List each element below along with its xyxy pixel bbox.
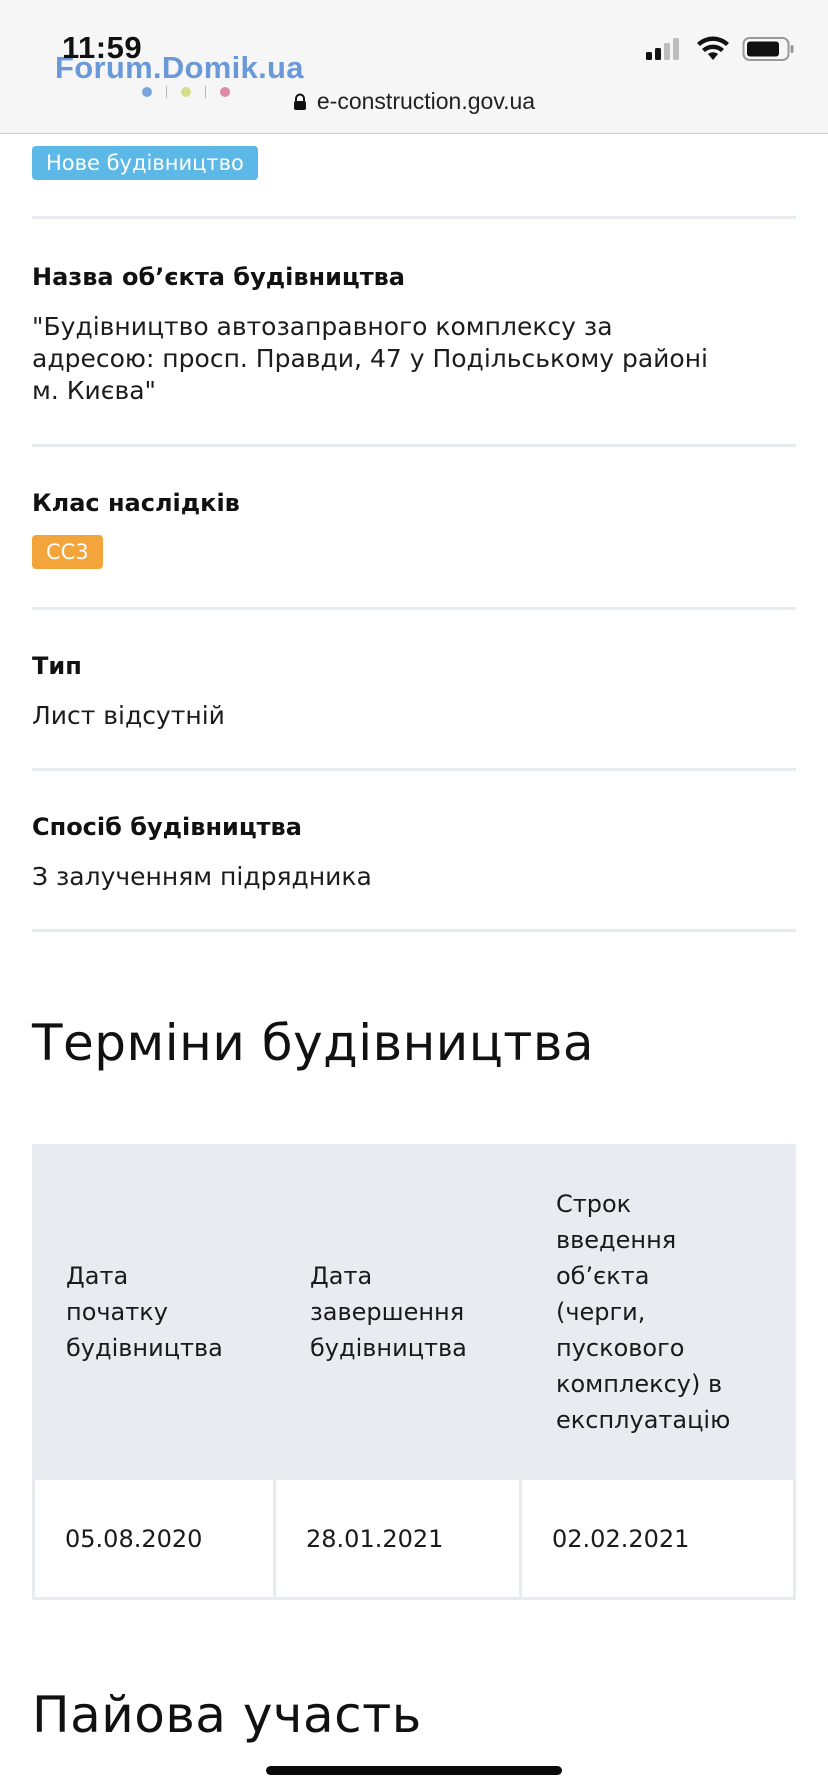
table-header-start-date: Дата початку будівництва — [32, 1144, 276, 1480]
field-label: Клас наслідків — [32, 489, 240, 517]
section-title-terms: Терміни будівництва — [32, 1014, 595, 1072]
header-line: пускового — [556, 1334, 685, 1362]
header-line: введення — [556, 1226, 677, 1254]
status-badge-new-construction: Нове будівництво — [32, 146, 258, 180]
field-value-line: м. Києва" — [32, 376, 157, 405]
field-value-line: адресою: просп. Правди, 47 у Подільськом… — [32, 344, 708, 373]
status-icons — [644, 36, 796, 62]
field-type: Тип Лист відсутній — [32, 610, 796, 732]
table-header-row: Дата початку будівництва Дата завершення… — [32, 1144, 796, 1480]
page-content: Нове будівництво Назва об’єкта будівницт… — [32, 134, 796, 1744]
status-time: 11:59 — [62, 30, 143, 65]
header-line: будівництва — [310, 1334, 467, 1362]
divider — [32, 929, 796, 932]
section-title-share-participation: Пайова участь — [32, 1686, 422, 1744]
field-label: Спосіб будівництва — [32, 813, 302, 841]
field-construction-method: Спосіб будівництва З залученням підрядни… — [32, 771, 796, 893]
field-label: Тип — [32, 652, 82, 680]
battery-icon — [742, 37, 794, 61]
header-line: об’єкта — [556, 1262, 650, 1290]
table-header-commissioning-date: Строк введення об’єкта (черги, пускового… — [522, 1144, 796, 1480]
header-line: початку — [66, 1298, 168, 1326]
header-line: комплексу) в — [556, 1370, 723, 1398]
header-line: експлуатацію — [556, 1406, 731, 1434]
field-value: "Будівництво автозаправного комплексу за… — [32, 311, 796, 407]
address-bar[interactable]: e-construction.gov.ua — [0, 88, 828, 115]
cellular-signal-icon — [646, 38, 679, 60]
table-cell-end-date: 28.01.2021 — [276, 1480, 522, 1600]
table-cell-start-date: 05.08.2020 — [32, 1480, 276, 1600]
home-indicator[interactable] — [266, 1766, 562, 1775]
field-consequence-class: Клас наслідків СС3 — [32, 447, 796, 569]
header-line: Дата — [66, 1262, 129, 1290]
table-cell-commissioning-date: 02.02.2021 — [522, 1480, 796, 1600]
field-value: З залученням підрядника — [32, 862, 372, 891]
construction-terms-table: Дата початку будівництва Дата завершення… — [32, 1144, 796, 1600]
table-header-end-date: Дата завершення будівництва — [276, 1144, 522, 1480]
header-line: (черги, — [556, 1298, 646, 1326]
field-object-name: Назва об’єкта будівництва "Будівництво а… — [32, 219, 796, 407]
table-row: 05.08.2020 28.01.2021 02.02.2021 — [32, 1480, 796, 1600]
header-line: будівництва — [66, 1334, 223, 1362]
field-label: Назва об’єкта будівництва — [32, 263, 405, 291]
header-line: завершення — [310, 1298, 465, 1326]
header-line: Строк — [556, 1190, 632, 1218]
browser-top-bar: Forum.Domik.ua 11:59 e-construction.gov.… — [0, 0, 828, 134]
consequence-class-badge: СС3 — [32, 535, 103, 569]
field-value: Лист відсутній — [32, 701, 225, 730]
header-line: Дата — [310, 1262, 373, 1290]
lock-icon — [293, 93, 306, 110]
wifi-icon — [697, 36, 729, 60]
url-text: e-construction.gov.ua — [316, 88, 536, 114]
field-value-line: "Будівництво автозаправного комплексу за — [32, 312, 613, 341]
